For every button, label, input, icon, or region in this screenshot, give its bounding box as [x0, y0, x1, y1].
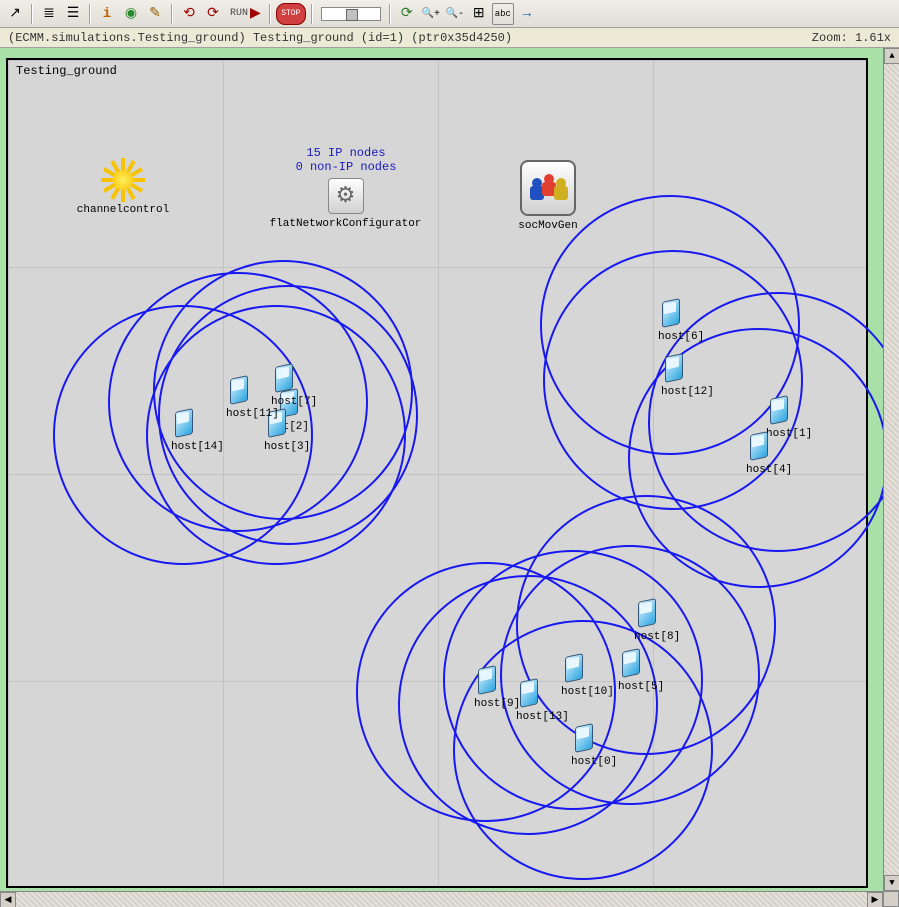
toolbar: ↗ ≣ ☰ i ◉ ✎ ⟲ ⟳ RUN ▶ STOP ⟳ 🔍+ 🔍- ⊞ abc… [0, 0, 899, 28]
host-label: host[5] [618, 681, 664, 693]
play-icon: ▶ [250, 5, 261, 22]
canvas-area: Testing_ground channelcontrol 15 IP node… [0, 48, 899, 907]
go-button[interactable]: → [516, 3, 538, 25]
run-label: RUN [230, 8, 248, 19]
host-node[interactable]: host[12] [661, 355, 714, 398]
host-label: host[11] [226, 408, 279, 420]
stop-button[interactable]: STOP [276, 3, 306, 25]
scroll-left-button[interactable]: ◀ [0, 892, 16, 907]
device-icon [171, 410, 193, 440]
toggle-labels-button[interactable]: abc [492, 3, 514, 25]
zoom-in-button[interactable]: 🔍+ [420, 3, 442, 25]
path-button[interactable]: ✎ [144, 3, 166, 25]
hosts-layer: host[0]host[1]st[2]host[3]host[4]host[5]… [8, 60, 866, 886]
scroll-track[interactable] [16, 892, 867, 907]
device-icon [618, 650, 640, 680]
toolbar-separator [171, 4, 173, 24]
toolbar-separator [31, 4, 33, 24]
go-up-button[interactable]: ↗ [4, 3, 26, 25]
scroll-track[interactable] [884, 64, 899, 875]
toolbar-separator [311, 4, 313, 24]
host-node[interactable]: host[14] [171, 410, 224, 453]
host-node[interactable]: host[4] [746, 433, 792, 476]
host-node[interactable]: host[0] [571, 725, 617, 768]
host-label: host[10] [561, 686, 614, 698]
host-node[interactable]: host[13] [516, 680, 569, 723]
scroll-corner [883, 891, 899, 907]
run-button[interactable]: RUN ▶ [226, 3, 264, 25]
viewport[interactable]: Testing_ground channelcontrol 15 IP node… [0, 48, 883, 891]
step-forward-button[interactable]: ⟳ [202, 3, 224, 25]
device-icon [661, 355, 683, 385]
device-icon [634, 600, 656, 630]
relayout-button[interactable]: ⊞ [468, 3, 490, 25]
host-node[interactable]: host[11] [226, 377, 279, 420]
host-label: host[12] [661, 386, 714, 398]
toolbar-separator [389, 4, 391, 24]
horizontal-scrollbar[interactable]: ◀ ▶ [0, 891, 883, 907]
host-label: host[0] [571, 756, 617, 768]
device-icon [571, 725, 593, 755]
zoom-out-button[interactable]: 🔍- [444, 3, 466, 25]
device-icon [516, 680, 538, 710]
host-node[interactable]: host[10] [561, 655, 614, 698]
device-icon [226, 377, 248, 407]
animation-speed-slider[interactable] [321, 7, 381, 21]
step-back-button[interactable]: ⟲ [178, 3, 200, 25]
network-button[interactable]: ◉ [120, 3, 142, 25]
toolbar-separator [269, 4, 271, 24]
device-icon [658, 300, 680, 330]
host-node[interactable]: host[5] [618, 650, 664, 693]
host-label: host[6] [658, 331, 704, 343]
device-icon [474, 667, 496, 697]
device-icon [766, 397, 788, 427]
host-label: host[3] [264, 441, 310, 453]
device-icon [746, 433, 768, 463]
host-label: host[8] [634, 631, 680, 643]
scroll-down-button[interactable]: ▼ [884, 875, 899, 891]
refresh-button[interactable]: ⟳ [396, 3, 418, 25]
module-path-label: (ECMM.simulations.Testing_ground) Testin… [8, 31, 512, 45]
host-label: host[13] [516, 711, 569, 723]
status-bar: (ECMM.simulations.Testing_ground) Testin… [0, 28, 899, 48]
host-node[interactable]: host[6] [658, 300, 704, 343]
host-label: host[9] [474, 698, 520, 710]
object-tree-button[interactable]: ☰ [62, 3, 84, 25]
host-node[interactable]: host[9] [474, 667, 520, 710]
host-label: host[4] [746, 464, 792, 476]
object-list-button[interactable]: ≣ [38, 3, 60, 25]
vertical-scrollbar[interactable]: ▲ ▼ [883, 48, 899, 891]
toolbar-separator [89, 4, 91, 24]
host-label: host[14] [171, 441, 224, 453]
zoom-label: Zoom: 1.61x [812, 31, 891, 45]
host-node[interactable]: host[8] [634, 600, 680, 643]
scroll-right-button[interactable]: ▶ [867, 892, 883, 907]
scroll-up-button[interactable]: ▲ [884, 48, 899, 64]
simulation-ground[interactable]: Testing_ground channelcontrol 15 IP node… [6, 58, 868, 888]
info-button[interactable]: i [96, 3, 118, 25]
